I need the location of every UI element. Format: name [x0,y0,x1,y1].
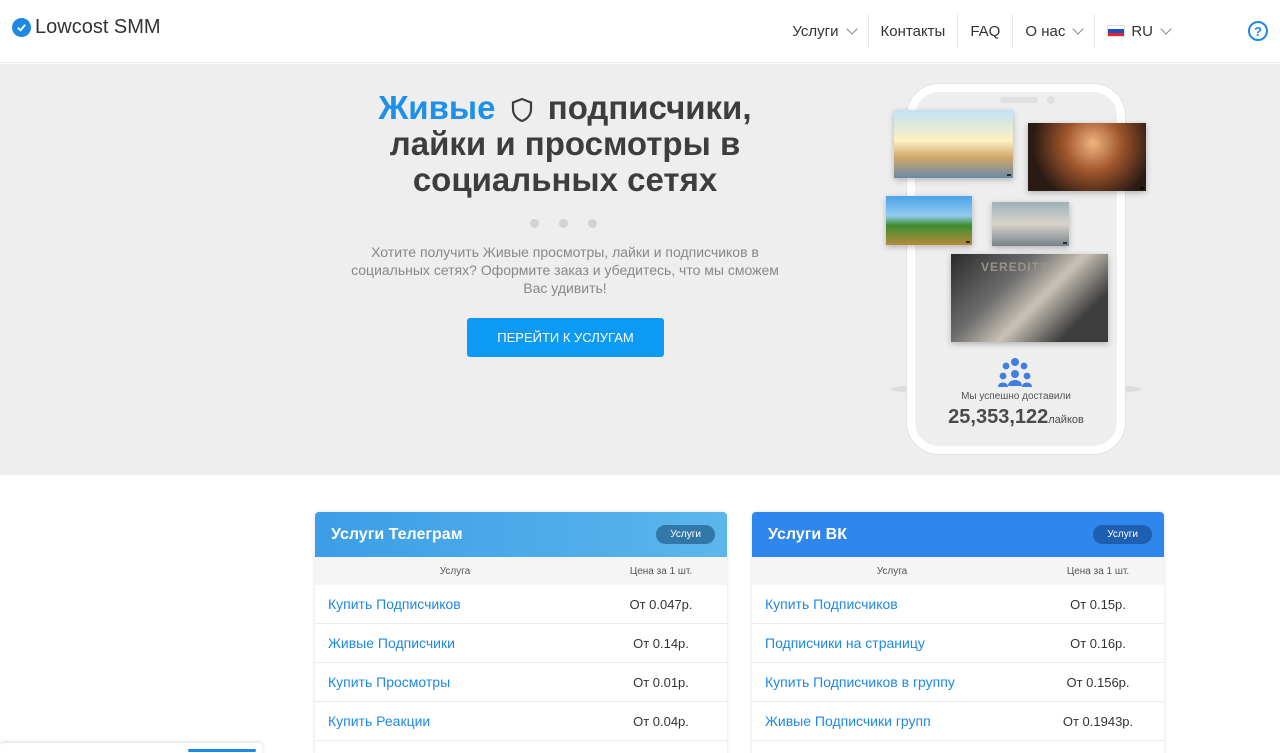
slider-dot[interactable] [559,219,568,228]
phone-speaker [1000,97,1038,103]
video-duration-badge [1140,187,1144,189]
column-price: Цена за 1 шт. [629,565,693,577]
slider-dot[interactable] [588,219,597,228]
nav-item-faq[interactable]: FAQ [958,14,1014,48]
service-price: От 0.156р. [1066,674,1130,690]
floating-widget[interactable] [0,743,262,753]
hero-title: Живые подписчики, лайки и просмотры в со… [330,90,800,198]
service-price: От 0.04р. [633,713,689,729]
users-group-icon [998,358,1032,387]
delivered-unit: лайков [1048,414,1084,426]
nav-item-label: FAQ [970,22,1001,40]
language-label: RU [1131,22,1153,40]
table-row: Купить Просмотры От 0.01р. [315,663,727,702]
service-link[interactable]: Купить Подписчиков [752,596,1042,612]
card-header: Услуги Телеграм Услуги [315,512,727,557]
service-link[interactable]: Купить Подписчиков [315,596,605,612]
site-header: Lowcost SMM Услуги Контакты FAQ О нас RU… [0,0,1280,63]
table-row: Подписчики на страницу От 0.16р. [752,624,1164,663]
slider-dot[interactable] [530,219,539,228]
service-price: От 0.1943р. [1062,713,1134,729]
chevron-down-icon [1160,23,1172,35]
hero-title-highlight: Живые [378,89,496,126]
column-service: Услуга [439,565,471,577]
table-row: Купить Реакции От 0.04р. [315,702,727,741]
logo[interactable]: Lowcost SMM [12,16,161,39]
video-thumbnail [886,196,972,245]
video-thumbnail [992,202,1069,246]
table-row: Живые Подписчики От 0.14р. [315,624,727,663]
video-duration-badge [1063,242,1067,244]
hero-description: Хотите получить Живые просмотры, лайки и… [351,244,779,296]
telegram-services-card: Услуги Телеграм Услуги Услуга Цена за 1 … [315,512,727,753]
nav-item-label: Услуги [792,22,839,40]
card-title: Услуги ВК [768,525,847,543]
video-thumbnail [894,110,1013,178]
column-service: Услуга [876,565,908,577]
widget-accent-bar [188,749,256,752]
video-thumbnail: VEREDITY [951,254,1108,342]
column-price: Цена за 1 шт. [1066,565,1130,577]
nav-item-services[interactable]: Услуги [780,14,869,48]
logo-text: Lowcost SMM [35,16,161,38]
chevron-down-icon [1072,23,1084,35]
video-thumbnail [1028,123,1146,191]
table-row: Живые Подписчики групп От 0.1943р. [752,702,1164,741]
nav-item-about[interactable]: О нас [1013,14,1096,48]
vk-services-card: Услуги ВК Услуги Услуга Цена за 1 шт. Ку… [752,512,1164,753]
service-link[interactable]: Живые Подписчики групп [752,713,1042,729]
card-header: Услуги ВК Услуги [752,512,1164,557]
service-price: От 0.047р. [629,596,693,612]
hero-title-line2: лайки и просмотры в [389,125,741,162]
video-duration-badge [1007,174,1011,176]
service-link[interactable]: Купить Просмотры [315,674,605,690]
video-duration-badge [966,241,970,243]
card-title: Услуги Телеграм [331,525,463,543]
go-to-services-button[interactable]: ПЕРЕЙТИ К УСЛУГАМ [467,318,664,357]
delivered-counter: 25,353,122лайков [907,406,1125,429]
table-row: Купить Подписчиков в группу От 0.156р. [752,663,1164,702]
table-row: Купить Подписчиков От 0.047р. [315,585,727,624]
phone-camera [1047,96,1055,104]
question-circle-icon[interactable]: ? [1248,21,1268,41]
shield-icon [511,98,532,123]
language-selector[interactable]: RU [1095,14,1182,48]
service-link[interactable]: Купить Реакции [315,713,605,729]
ru-flag-icon [1107,25,1126,37]
service-link[interactable]: Живые Подписчики [315,635,605,651]
delivered-count: 25,353,122 [948,406,1049,428]
table-header: Услуга Цена за 1 шт. [752,557,1164,585]
service-price: От 0.01р. [633,674,689,690]
service-link[interactable]: Подписчики на страницу [752,635,1042,651]
nav-item-label: О нас [1025,22,1066,40]
hero-title-line1: подписчики, [547,89,752,126]
service-price: От 0.15р. [1070,596,1126,612]
service-price: От 0.14р. [633,635,689,651]
services-badge-button[interactable]: Услуги [656,525,715,544]
nav-item-contacts[interactable]: Контакты [869,14,959,48]
verified-check-icon [12,18,31,37]
service-price: От 0.16р. [1070,635,1126,651]
hero-title-line3: социальных сетях [412,161,718,198]
slider-dots [530,219,617,228]
table-header: Услуга Цена за 1 шт. [315,557,727,585]
thumbnail-text: VEREDITY [981,260,1050,274]
services-badge-button[interactable]: Услуги [1093,525,1152,544]
nav-item-label: Контакты [880,22,946,40]
chevron-down-icon [845,23,858,35]
service-link[interactable]: Купить Подписчиков в группу [752,674,1042,690]
main-nav: Услуги Контакты FAQ О нас RU [780,14,1182,48]
delivered-label: Мы успешно доставили [961,391,1071,402]
table-row: Купить Подписчиков От 0.15р. [752,585,1164,624]
